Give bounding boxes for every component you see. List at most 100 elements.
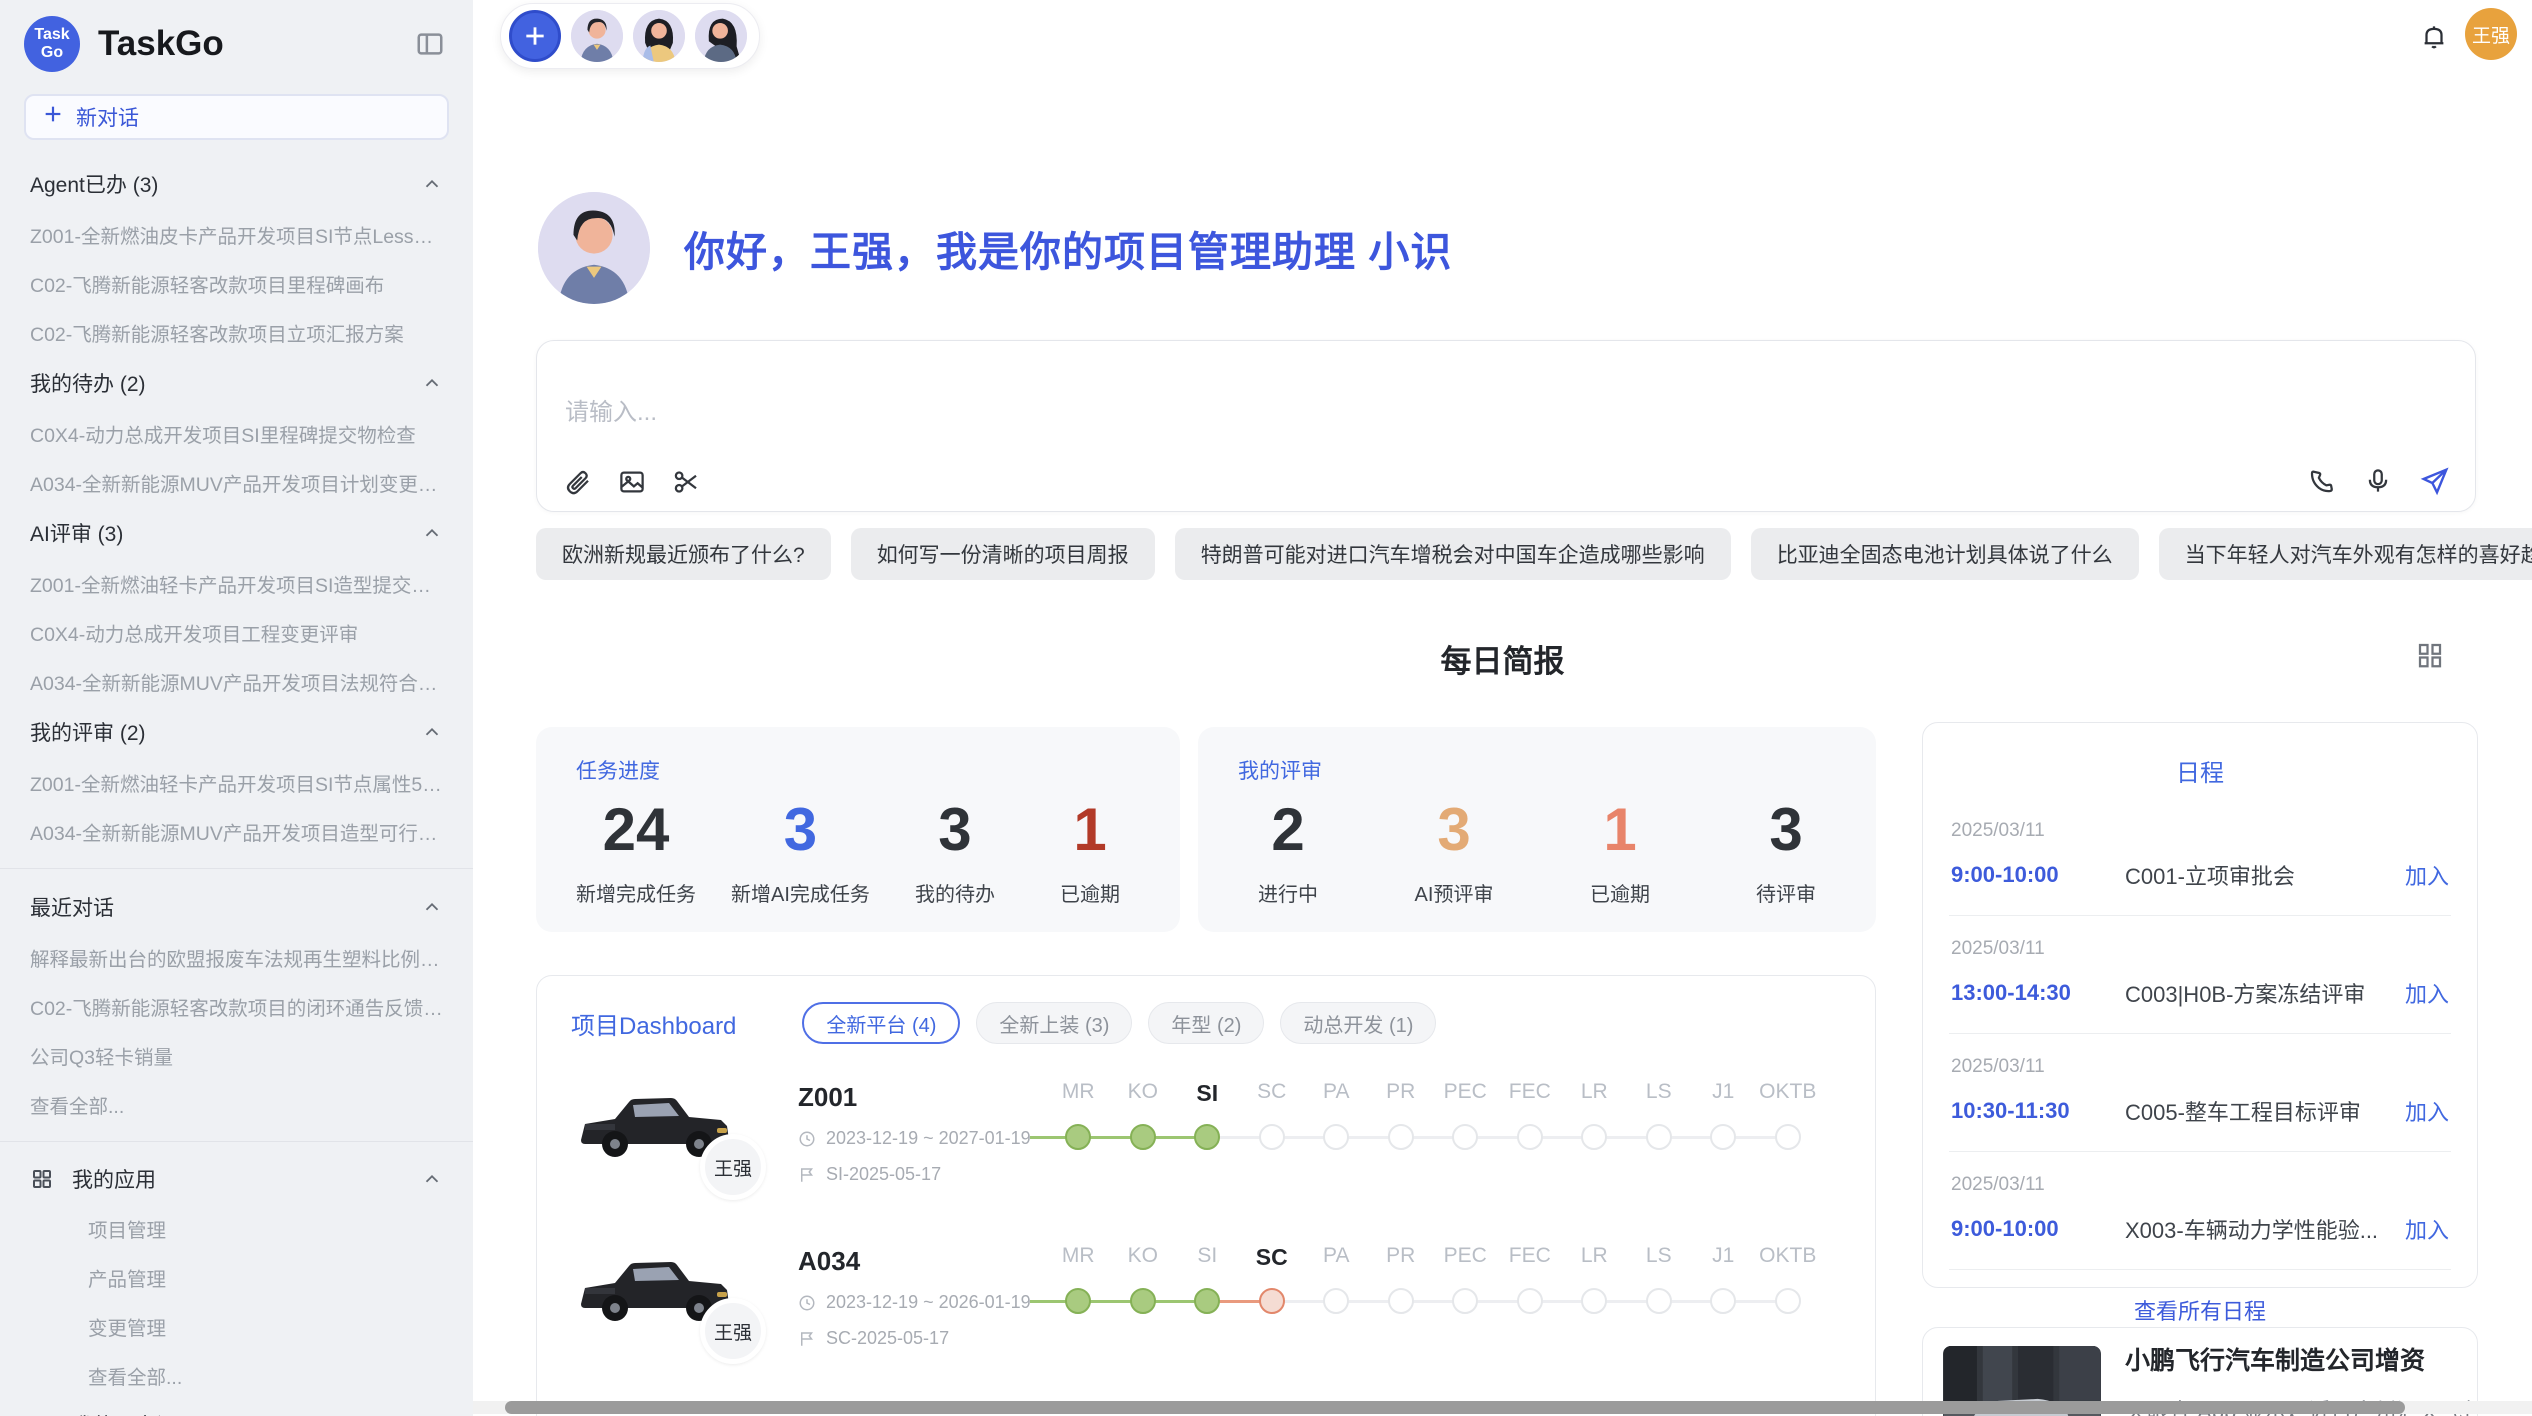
milestone-timeline: MR KO SI SC PA PR PEC FEC LR LS J1 OKTB bbox=[1046, 1078, 1820, 1150]
agent-pill bbox=[500, 3, 760, 69]
sidebar: Task Go TaskGo 新对话 Agent已办 (3) Z001-全新燃油… bbox=[0, 0, 473, 1416]
join-link[interactable]: 加入 bbox=[2405, 977, 2449, 1009]
suggestion-chips: 欧洲新规最近颁布了什么? 如何写一份清晰的项目周报 特朗普可能对进口汽车增税会对… bbox=[536, 528, 2532, 580]
section-label: 我的待办 (2) bbox=[30, 368, 146, 398]
app-item-change-mgmt[interactable]: 变更管理 bbox=[0, 1302, 473, 1351]
join-link[interactable]: 加入 bbox=[2405, 859, 2449, 891]
mic-icon[interactable] bbox=[2363, 466, 2393, 496]
avatar[interactable] bbox=[695, 10, 747, 62]
list-item[interactable]: Z001-全新燃油轻卡产品开发项目SI造型提交物评审 bbox=[0, 559, 473, 608]
sidebar-item-label: 我的云空间 bbox=[72, 1410, 177, 1416]
join-link[interactable]: 加入 bbox=[2405, 1213, 2449, 1245]
suggestion-chip[interactable]: 特朗普可能对进口汽车增税会对中国车企造成哪些影响 bbox=[1175, 528, 1731, 580]
list-item[interactable]: 解释最新出台的欧盟报废车法规再生塑料比例被调至15%... bbox=[0, 933, 473, 982]
suggestion-chip[interactable]: 当下年轻人对汽车外观有怎样的喜好趋势 bbox=[2159, 528, 2532, 580]
stat: 24新增完成任务 bbox=[576, 795, 696, 907]
view-all-apps[interactable]: 查看全部... bbox=[0, 1351, 473, 1400]
tab-new-platform[interactable]: 全新平台 (4) bbox=[802, 1002, 960, 1044]
sidebar-collapse-icon[interactable] bbox=[415, 29, 445, 59]
layout-grid-icon[interactable] bbox=[2415, 640, 2445, 675]
list-item[interactable]: A034-全新新能源MUV产品开发项目造型可行性评审 bbox=[0, 807, 473, 856]
schedule-date: 2025/03/11 bbox=[1951, 1174, 2449, 1196]
sidebar-item-cloud-space[interactable]: 我的云空间 bbox=[0, 1400, 473, 1416]
new-chat-button[interactable]: 新对话 bbox=[24, 94, 449, 140]
list-item[interactable]: C0X4-动力总成开发项目SI里程碑提交物检查 bbox=[0, 409, 473, 458]
project-dates: 2023-12-19 ~ 2026-01-19 bbox=[826, 1292, 1031, 1313]
list-item[interactable]: A034-全新新能源MUV产品开发项目计划变更表编写 bbox=[0, 458, 473, 507]
join-link[interactable]: 加入 bbox=[2405, 1095, 2449, 1127]
chevron-up-icon bbox=[421, 173, 443, 195]
avatar[interactable] bbox=[571, 10, 623, 62]
chevron-up-icon bbox=[421, 372, 443, 394]
stat: 3AI预评审 bbox=[1404, 795, 1504, 907]
list-item[interactable]: Z001-全新燃油轻卡产品开发项目SI节点属性5D文件评审 bbox=[0, 758, 473, 807]
new-chat-label: 新对话 bbox=[76, 102, 139, 132]
sidebar-item-my-apps[interactable]: 我的应用 bbox=[0, 1154, 473, 1204]
list-item[interactable]: C0X4-动力总成开发项目工程变更评审 bbox=[0, 608, 473, 657]
list-item[interactable]: C02-飞腾新能源轻客改款项目立项汇报方案 bbox=[0, 308, 473, 357]
dashboard-tabs: 全新平台 (4) 全新上装 (3) 年型 (2) 动总开发 (1) bbox=[802, 1002, 1436, 1044]
schedule-date: 2025/03/11 bbox=[1951, 938, 2449, 960]
section-agent-done[interactable]: Agent已办 (3) bbox=[0, 158, 473, 210]
apps-grid-icon bbox=[30, 1167, 54, 1191]
sidebar-item-label: 我的应用 bbox=[72, 1164, 156, 1194]
section-my-todo[interactable]: 我的待办 (2) bbox=[0, 357, 473, 409]
milestone: LS bbox=[1627, 1244, 1692, 1314]
send-icon[interactable] bbox=[2419, 465, 2451, 497]
clock-icon bbox=[798, 1294, 816, 1312]
list-item[interactable]: C02-飞腾新能源轻客改款项目的闭环通告反馈情况 bbox=[0, 982, 473, 1031]
stat: 2进行中 bbox=[1238, 795, 1338, 907]
list-item[interactable]: A034-全新新能源MUV产品开发项目法规符合性评审 bbox=[0, 657, 473, 706]
daily-briefing-title: 每日简报 bbox=[473, 636, 2532, 681]
milestone: OKTB bbox=[1756, 1244, 1821, 1314]
bell-icon[interactable] bbox=[2419, 22, 2449, 57]
section-label: AI评审 (3) bbox=[30, 518, 123, 548]
schedule-event-title: C005-整车工程目标评审 bbox=[2125, 1095, 2405, 1127]
tab-new-body[interactable]: 全新上装 (3) bbox=[976, 1002, 1132, 1044]
milestone: FEC bbox=[1498, 1080, 1563, 1150]
suggestion-chip[interactable]: 如何写一份清晰的项目周报 bbox=[851, 528, 1155, 580]
app-item-product-mgmt[interactable]: 产品管理 bbox=[0, 1253, 473, 1302]
horizontal-scrollbar-thumb[interactable] bbox=[505, 1401, 2405, 1414]
list-item[interactable]: 公司Q3轻卡销量 bbox=[0, 1031, 473, 1080]
section-my-review[interactable]: 我的评审 (2) bbox=[0, 706, 473, 758]
chevron-up-icon bbox=[421, 721, 443, 743]
add-agent-button[interactable] bbox=[509, 10, 561, 62]
logo-text-bottom: Go bbox=[41, 44, 63, 62]
app-item-project-mgmt[interactable]: 项目管理 bbox=[0, 1204, 473, 1253]
schedule-time: 10:30-11:30 bbox=[1951, 1098, 2109, 1124]
view-all-recent[interactable]: 查看全部... bbox=[0, 1080, 473, 1129]
project-dashboard-card: 项目Dashboard 全新平台 (4) 全新上装 (3) 年型 (2) 动总开… bbox=[536, 975, 1876, 1416]
image-icon[interactable] bbox=[617, 467, 647, 497]
milestone: FEC bbox=[1498, 1244, 1563, 1314]
project-flag: SC-2025-05-17 bbox=[826, 1328, 949, 1349]
owner-badge: 王强 bbox=[700, 1134, 766, 1200]
phone-icon[interactable] bbox=[2307, 466, 2337, 496]
tab-powertrain[interactable]: 动总开发 (1) bbox=[1280, 1002, 1436, 1044]
chat-input[interactable] bbox=[565, 399, 2165, 427]
milestone: SC bbox=[1240, 1080, 1305, 1150]
avatar[interactable] bbox=[633, 10, 685, 62]
dashboard-title: 项目Dashboard bbox=[571, 1006, 736, 1041]
section-recent-chats[interactable]: 最近对话 bbox=[0, 881, 473, 933]
suggestion-chip[interactable]: 欧洲新规最近颁布了什么? bbox=[536, 528, 831, 580]
section-label: 我的评审 (2) bbox=[30, 717, 146, 747]
stat: 1已逾期 bbox=[1040, 795, 1140, 907]
tab-year-model[interactable]: 年型 (2) bbox=[1148, 1002, 1264, 1044]
stat: 1已逾期 bbox=[1570, 795, 1670, 907]
chevron-up-icon bbox=[421, 896, 443, 918]
list-item[interactable]: Z001-全新燃油皮卡产品开发项目SI节点Lesson Learn报告 bbox=[0, 210, 473, 259]
scissors-icon[interactable] bbox=[671, 467, 701, 497]
app-screen: Task Go TaskGo 新对话 Agent已办 (3) Z001-全新燃油… bbox=[0, 0, 2532, 1416]
user-avatar[interactable]: 王强 bbox=[2465, 8, 2517, 60]
section-ai-review[interactable]: AI评审 (3) bbox=[0, 507, 473, 559]
project-row[interactable]: 王强 Z001 2023-12-19 ~ 2027-01-19 SI-2025-… bbox=[571, 1078, 1841, 1202]
project-flag: SI-2025-05-17 bbox=[826, 1164, 941, 1185]
project-name: Z001 bbox=[798, 1082, 1046, 1113]
paperclip-icon[interactable] bbox=[563, 467, 593, 497]
owner-badge: 王强 bbox=[700, 1298, 766, 1364]
list-item[interactable]: C02-飞腾新能源轻客改款项目里程碑画布 bbox=[0, 259, 473, 308]
suggestion-chip[interactable]: 比亚迪全固态电池计划具体说了什么 bbox=[1751, 528, 2139, 580]
project-row[interactable]: 王强 A034 2023-12-19 ~ 2026-01-19 SC-2025-… bbox=[571, 1242, 1841, 1366]
milestone: OKTB bbox=[1756, 1080, 1821, 1150]
